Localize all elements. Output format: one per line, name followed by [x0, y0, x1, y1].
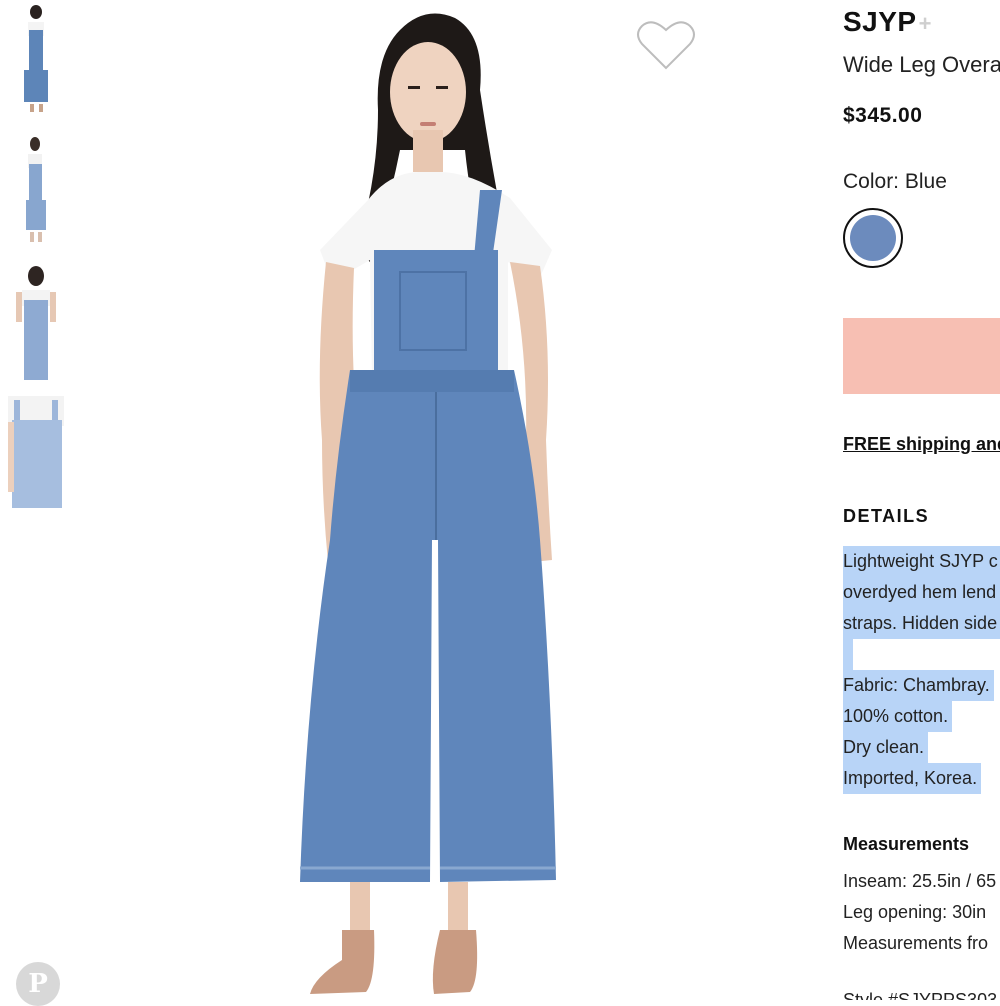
details-heading: DETAILS — [843, 506, 930, 526]
details-description: Lightweight SJYP c overdyed hem lend str… — [843, 546, 1000, 794]
fabric-line: Imported, Korea. — [843, 763, 982, 794]
product-name: Wide Leg Overa — [843, 52, 1000, 77]
follow-brand-plus-icon[interactable]: + — [919, 11, 932, 36]
heart-outline-icon[interactable] — [636, 18, 696, 72]
pinterest-icon[interactable]: P — [16, 962, 60, 1006]
brand-name[interactable]: SJYP+ — [843, 6, 932, 38]
main-product-image[interactable] — [270, 0, 600, 1000]
style-number: Style #SJYPPS303 — [843, 990, 998, 1000]
measurement-line: Measurements fro — [843, 933, 989, 953]
thumbnail-detail[interactable] — [8, 392, 64, 508]
description-line: Lightweight SJYP c — [843, 546, 1000, 577]
measurements-heading: Measurements — [843, 834, 970, 854]
add-to-bag-button[interactable] — [843, 318, 1000, 394]
color-swatch-fill — [850, 215, 896, 261]
product-panel: SJYP+ Wide Leg Overa $345.00 Color: Blue… — [843, 0, 1000, 1000]
free-shipping-link[interactable]: FREE shipping and — [843, 434, 1000, 455]
fabric-line: 100% cotton. — [843, 701, 953, 732]
fabric-line: Fabric: Chambray. — [843, 670, 994, 701]
description-line: straps. Hidden side — [843, 608, 1000, 639]
brand-label[interactable]: SJYP — [843, 6, 917, 37]
measurements-list: Inseam: 25.5in / 65 Leg opening: 30in Me… — [843, 866, 996, 959]
color-label: Color: Blue — [843, 170, 947, 193]
thumbnail-side[interactable] — [8, 130, 64, 248]
thumbnail-front[interactable] — [8, 0, 64, 118]
measurement-line: Leg opening: 30in — [843, 902, 987, 922]
description-line: overdyed hem lend — [843, 577, 1000, 608]
product-price: $345.00 — [843, 104, 923, 127]
measurement-line: Inseam: 25.5in / 65 — [843, 871, 997, 891]
thumbnail-closeup[interactable] — [8, 262, 64, 380]
selection-gap — [843, 639, 853, 670]
color-swatch-blue[interactable] — [843, 208, 903, 268]
fabric-line: Dry clean. — [843, 732, 929, 763]
